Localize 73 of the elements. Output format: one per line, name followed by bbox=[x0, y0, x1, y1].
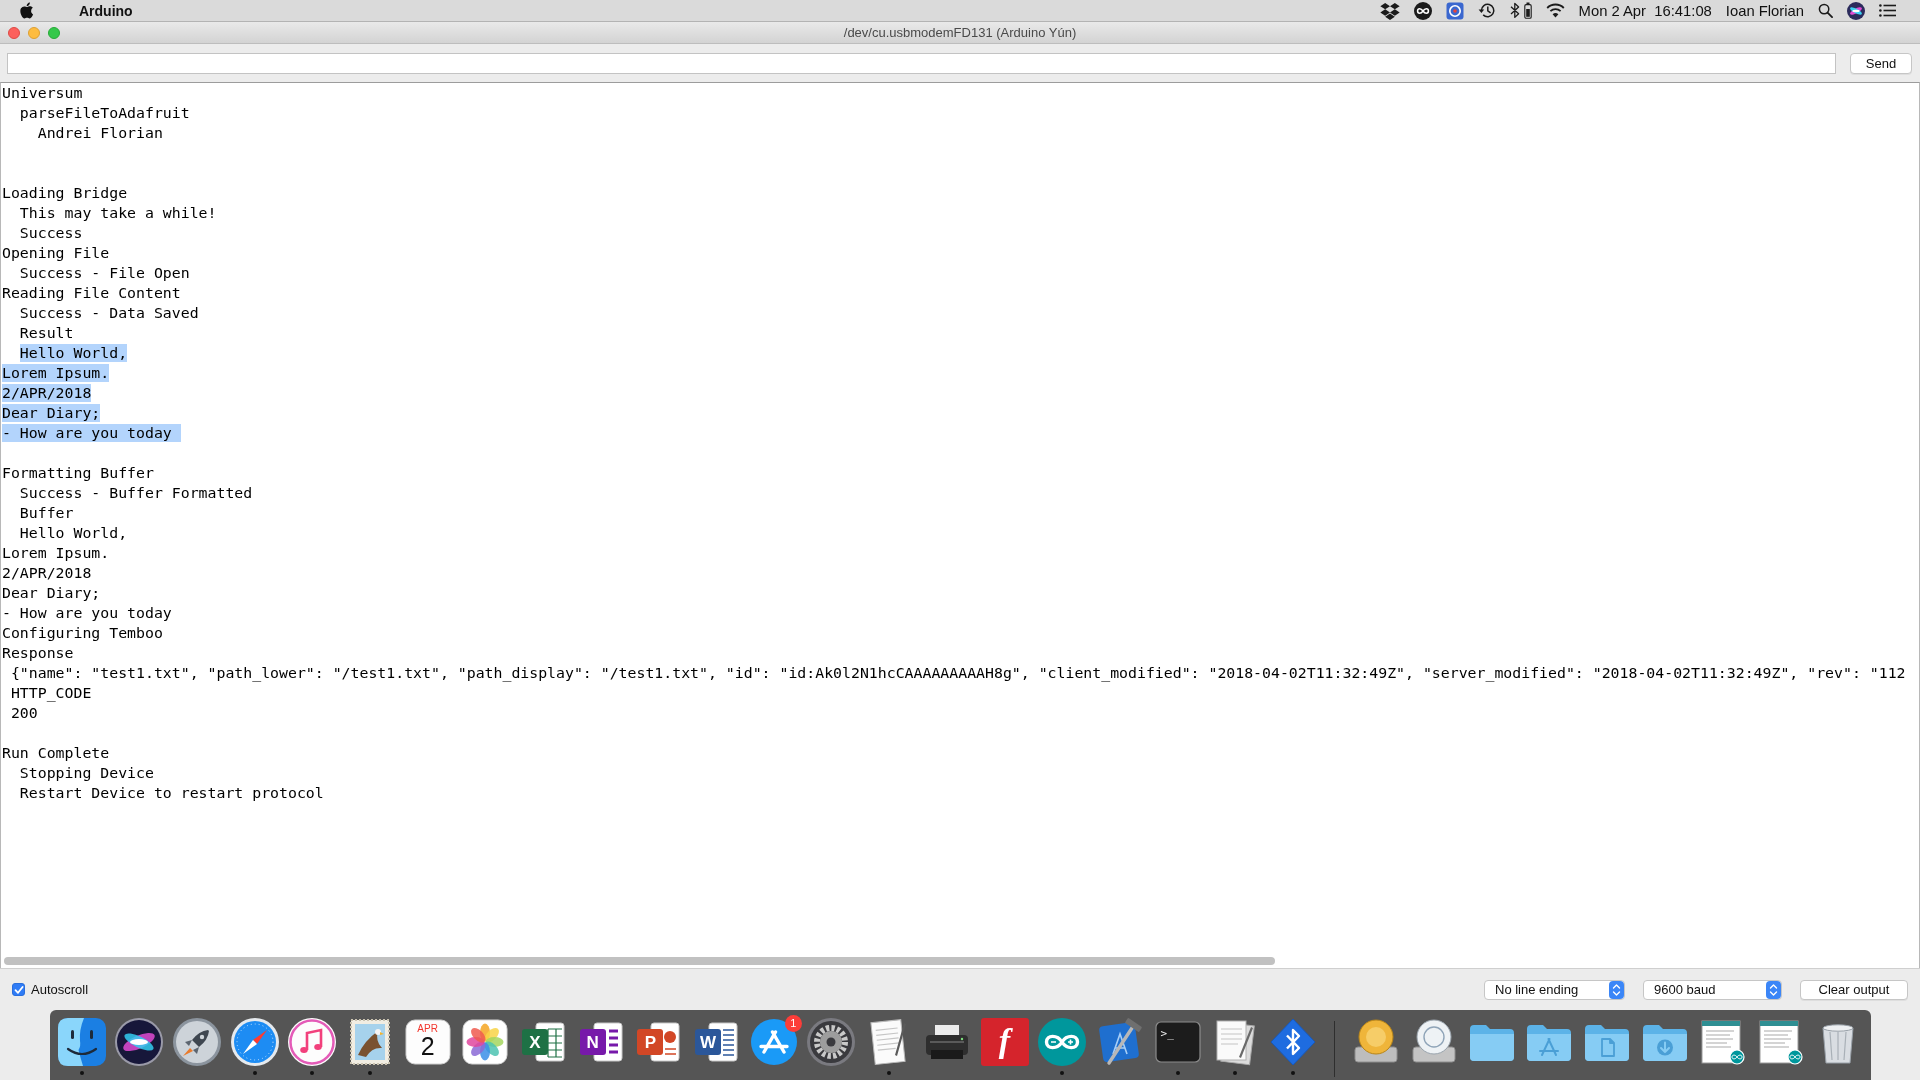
baud-rate-dropdown[interactable]: 9600 baud bbox=[1643, 979, 1782, 1000]
output-line: Universum bbox=[2, 84, 83, 102]
user-name-menu[interactable]: Ioan Florian bbox=[1725, 2, 1804, 19]
apple-icon[interactable] bbox=[20, 2, 34, 19]
output-line: Response bbox=[2, 644, 74, 662]
output-line: Andrei Florian bbox=[37, 124, 163, 142]
loops-circle-icon[interactable] bbox=[1413, 1, 1432, 20]
output-line: Loading Bridge bbox=[2, 184, 128, 202]
calendar-day: 2 bbox=[420, 1034, 435, 1059]
output-line: Result bbox=[19, 324, 74, 342]
calendar-icon[interactable] bbox=[402, 1017, 453, 1067]
output-line: Buffer bbox=[19, 504, 74, 522]
output-line: Hello World, bbox=[19, 524, 128, 542]
rocket-icon[interactable] bbox=[171, 1017, 222, 1067]
bluetooth-icon[interactable] bbox=[1509, 2, 1520, 19]
smiling-face-icon[interactable] bbox=[56, 1017, 107, 1067]
autoscroll-label[interactable]: Autoscroll bbox=[31, 982, 89, 997]
output-line: Lorem Ipsum. bbox=[2, 544, 110, 562]
icon-letter: f bbox=[998, 1024, 1011, 1058]
calendar-month: APR bbox=[417, 1024, 438, 1034]
chevron-updown-icon bbox=[1609, 980, 1624, 999]
window-title: /dev/cu.usbmodemFD131 (Arduino Yún) bbox=[843, 25, 1077, 40]
flower-icon[interactable] bbox=[460, 1017, 511, 1067]
swirl-orb-icon[interactable] bbox=[114, 1017, 165, 1067]
letter-a-icon[interactable] bbox=[748, 1017, 799, 1067]
output-line: Formatting Buffer bbox=[2, 464, 154, 482]
infinity-icon[interactable] bbox=[1037, 1017, 1088, 1067]
output-line: {"name": "test1.txt", "path_lower": "/test1.txt", "path_display": "/test1.txt", "id": "id:Ak0l2N1hcCAAAAAAAAAH8g", "client_modified": "2018-04-02T11:32:49Z", "server_modified": "2018-04-02T11:32:49Z", "rev": "112 bbox=[10, 664, 1906, 682]
output-line: Stopping Device bbox=[19, 764, 154, 782]
search-icon[interactable] bbox=[1818, 3, 1833, 18]
compass-icon[interactable] bbox=[229, 1017, 280, 1067]
output-line: This may take a while! bbox=[19, 204, 217, 222]
icon-letter: W bbox=[699, 1033, 718, 1051]
clock-arrow-icon[interactable] bbox=[1477, 2, 1496, 19]
output-line: Restart Device to restart protocol bbox=[19, 784, 324, 802]
message-input[interactable] bbox=[7, 52, 1836, 74]
send-button[interactable]: Send bbox=[1850, 52, 1912, 74]
close-window-icon[interactable] bbox=[8, 26, 20, 39]
output-line: 2/APR/2018 bbox=[2, 564, 92, 582]
output-line: Reading File Content bbox=[2, 284, 181, 302]
output-line: - How are you today bbox=[2, 604, 172, 622]
terminal-prompt: >_ bbox=[1160, 1028, 1174, 1039]
icon-letter: X bbox=[528, 1033, 542, 1051]
checkmark-icon bbox=[13, 984, 24, 995]
line-ending-dropdown[interactable]: No line ending bbox=[1484, 979, 1625, 1000]
music-note-icon[interactable] bbox=[287, 1017, 338, 1067]
output-line: Opening File bbox=[2, 244, 110, 262]
output-line: Success - File Open bbox=[19, 264, 190, 282]
output-line: Success - Data Saved bbox=[19, 304, 199, 322]
wifi-icon[interactable] bbox=[1545, 3, 1565, 18]
target-icon[interactable] bbox=[1445, 1, 1464, 20]
icon-letter: P bbox=[643, 1033, 658, 1051]
gear-icon[interactable] bbox=[806, 1017, 857, 1067]
output-line: Run Complete bbox=[2, 744, 110, 762]
autoscroll-checkbox[interactable] bbox=[12, 983, 25, 996]
output-line: parseFileToAdafruit bbox=[19, 104, 190, 122]
output-line: Success - Buffer Formatted bbox=[19, 484, 253, 502]
scrollbar-thumb[interactable] bbox=[4, 957, 1276, 965]
swirl-orb-icon[interactable] bbox=[1847, 1, 1865, 20]
app-menu[interactable]: Arduino bbox=[79, 2, 133, 19]
tile-icon[interactable] bbox=[979, 1017, 1030, 1067]
list-icon[interactable] bbox=[1879, 4, 1896, 17]
icon-letter: N bbox=[585, 1033, 600, 1051]
output-line: 200 bbox=[10, 704, 38, 722]
chevron-updown-icon bbox=[1766, 980, 1781, 999]
diamond-cluster-icon[interactable] bbox=[1379, 1, 1400, 20]
output-line: Success bbox=[19, 224, 83, 242]
menu-clock[interactable]: Mon 2 Apr 16:41:08 bbox=[1578, 2, 1712, 19]
clear-output-button[interactable]: Clear output bbox=[1800, 979, 1908, 1000]
output-line: HTTP_CODE bbox=[10, 684, 92, 702]
output-line: Configuring Temboo bbox=[2, 624, 163, 642]
battery-icon[interactable] bbox=[1523, 2, 1532, 19]
output-line: Dear Diary; bbox=[2, 584, 101, 602]
